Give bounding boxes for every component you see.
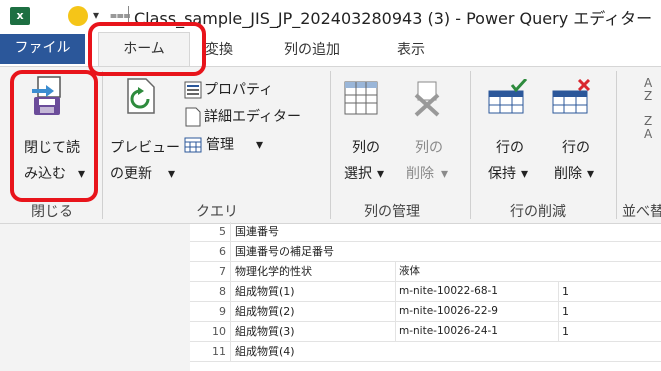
remove-rows-icon <box>552 79 591 114</box>
group-manage-columns-label: 列の管理 <box>364 204 420 220</box>
advanced-editor-icon <box>185 107 201 127</box>
remove-rows-caret-icon: ▾ <box>587 166 595 182</box>
group-sort-label: 並べ替 <box>622 204 661 220</box>
table-row[interactable]: 8 組成物質(1) m-nite-10022-68-1 1 <box>190 282 661 302</box>
choose-columns-caret-icon: ▾ <box>377 166 385 182</box>
refresh-preview-icon <box>127 78 155 114</box>
tab-add-column[interactable]: 列の追加 <box>284 39 340 59</box>
refresh-preview-label-2: の更新 <box>110 166 152 182</box>
table-row[interactable]: 7 物理化学的性状 液体 <box>190 262 661 282</box>
field-name-cell[interactable]: 物理化学的性状 <box>230 262 395 281</box>
remove-columns-icon <box>414 81 440 117</box>
group-separator <box>330 71 331 219</box>
field-name-cell[interactable]: 組成物質(1) <box>230 282 395 301</box>
group-close-label: 閉じる <box>31 204 73 220</box>
field-name-cell[interactable]: 国連番号 <box>230 222 395 241</box>
sort-za-icon: ZA <box>644 114 653 141</box>
remove-columns-label-2: 削除 <box>406 166 434 182</box>
group-query-label: クエリ <box>196 204 238 220</box>
group-separator <box>616 71 617 219</box>
manage-caret-icon: ▾ <box>256 137 264 153</box>
table-row[interactable]: 6 国連番号の補足番号 <box>190 242 661 262</box>
extra-cell[interactable]: 1 <box>558 282 661 301</box>
table-row[interactable]: 10 組成物質(3) m-nite-10026-24-1 1 <box>190 322 661 342</box>
row-number[interactable]: 7 <box>190 262 230 281</box>
refresh-caret-icon: ▾ <box>168 166 176 182</box>
group-reduce-rows-label: 行の削減 <box>510 204 566 220</box>
value-cell[interactable]: m-nite-10026-22-9 <box>395 302 558 321</box>
field-name-cell[interactable]: 組成物質(2) <box>230 302 395 321</box>
extra-cell[interactable]: 1 <box>558 302 661 321</box>
window-title: Class_sample_JIS_JP_202403280943 (3) - P… <box>134 9 653 28</box>
row-number[interactable]: 5 <box>190 222 230 241</box>
row-number[interactable]: 8 <box>190 282 230 301</box>
choose-columns-label-1: 列の <box>352 140 380 156</box>
row-number[interactable]: 6 <box>190 242 230 261</box>
group-separator <box>470 71 471 219</box>
manage-label: 管理 <box>206 137 234 153</box>
remove-rows-label-2: 削除 <box>554 166 582 182</box>
row-number[interactable]: 9 <box>190 302 230 321</box>
keep-rows-label-2: 保持 <box>488 166 516 182</box>
row-number[interactable]: 10 <box>190 322 230 341</box>
properties-icon <box>184 81 202 99</box>
tab-file[interactable]: ファイル <box>0 34 85 64</box>
field-name-cell[interactable]: 国連番号の補足番号 <box>230 242 395 261</box>
highlight-close-load <box>10 70 98 202</box>
undo-caret-icon[interactable]: ▾ <box>93 8 99 22</box>
keep-rows-label-1: 行の <box>496 140 524 156</box>
remove-columns-label-1: 列の <box>415 140 443 156</box>
query-preview-grid: 5 国連番号 6 国連番号の補足番号 7 物理化学的性状 液体 8 組成物質(1) m-nite-… <box>0 222 661 371</box>
value-cell[interactable]: m-nite-10022-68-1 <box>395 282 558 301</box>
value-cell[interactable]: m-nite-10026-24-1 <box>395 322 558 341</box>
smiley-icon[interactable] <box>68 6 88 26</box>
manage-table-icon <box>184 137 202 153</box>
remove-rows-label-1: 行の <box>562 140 590 156</box>
choose-columns-icon <box>344 81 378 115</box>
tab-view[interactable]: 表示 <box>397 39 425 59</box>
tab-transform[interactable]: 変換 <box>205 39 233 59</box>
queries-pane <box>0 224 190 371</box>
table-row[interactable]: 11 組成物質(4) <box>190 342 661 362</box>
highlight-home-tab <box>88 22 206 76</box>
extra-cell[interactable]: 1 <box>558 322 661 341</box>
sort-az-icon: AZ <box>644 76 653 103</box>
advanced-editor-label: 詳細エディター <box>204 109 302 125</box>
refresh-preview-label-1: プレビュー <box>110 140 180 156</box>
choose-columns-label-2: 選択 <box>344 166 372 182</box>
table-row[interactable]: 9 組成物質(2) m-nite-10026-22-9 1 <box>190 302 661 322</box>
keep-rows-icon <box>488 79 528 114</box>
properties-label: プロパティ <box>204 82 274 98</box>
excel-icon: x <box>10 7 30 25</box>
remove-columns-caret-icon: ▾ <box>441 166 449 182</box>
value-cell[interactable]: 液体 <box>395 262 558 281</box>
field-name-cell[interactable]: 組成物質(3) <box>230 322 395 341</box>
keep-rows-caret-icon: ▾ <box>521 166 529 182</box>
field-name-cell[interactable]: 組成物質(4) <box>230 342 395 361</box>
group-separator <box>102 71 103 219</box>
ribbon-home: 閉じて読 み込む ▾ 閉じる プレビュー の更新 ▾ プロパティ 詳細エディター <box>0 66 661 224</box>
table-row[interactable]: 5 国連番号 <box>190 222 661 242</box>
row-number[interactable]: 11 <box>190 342 230 361</box>
